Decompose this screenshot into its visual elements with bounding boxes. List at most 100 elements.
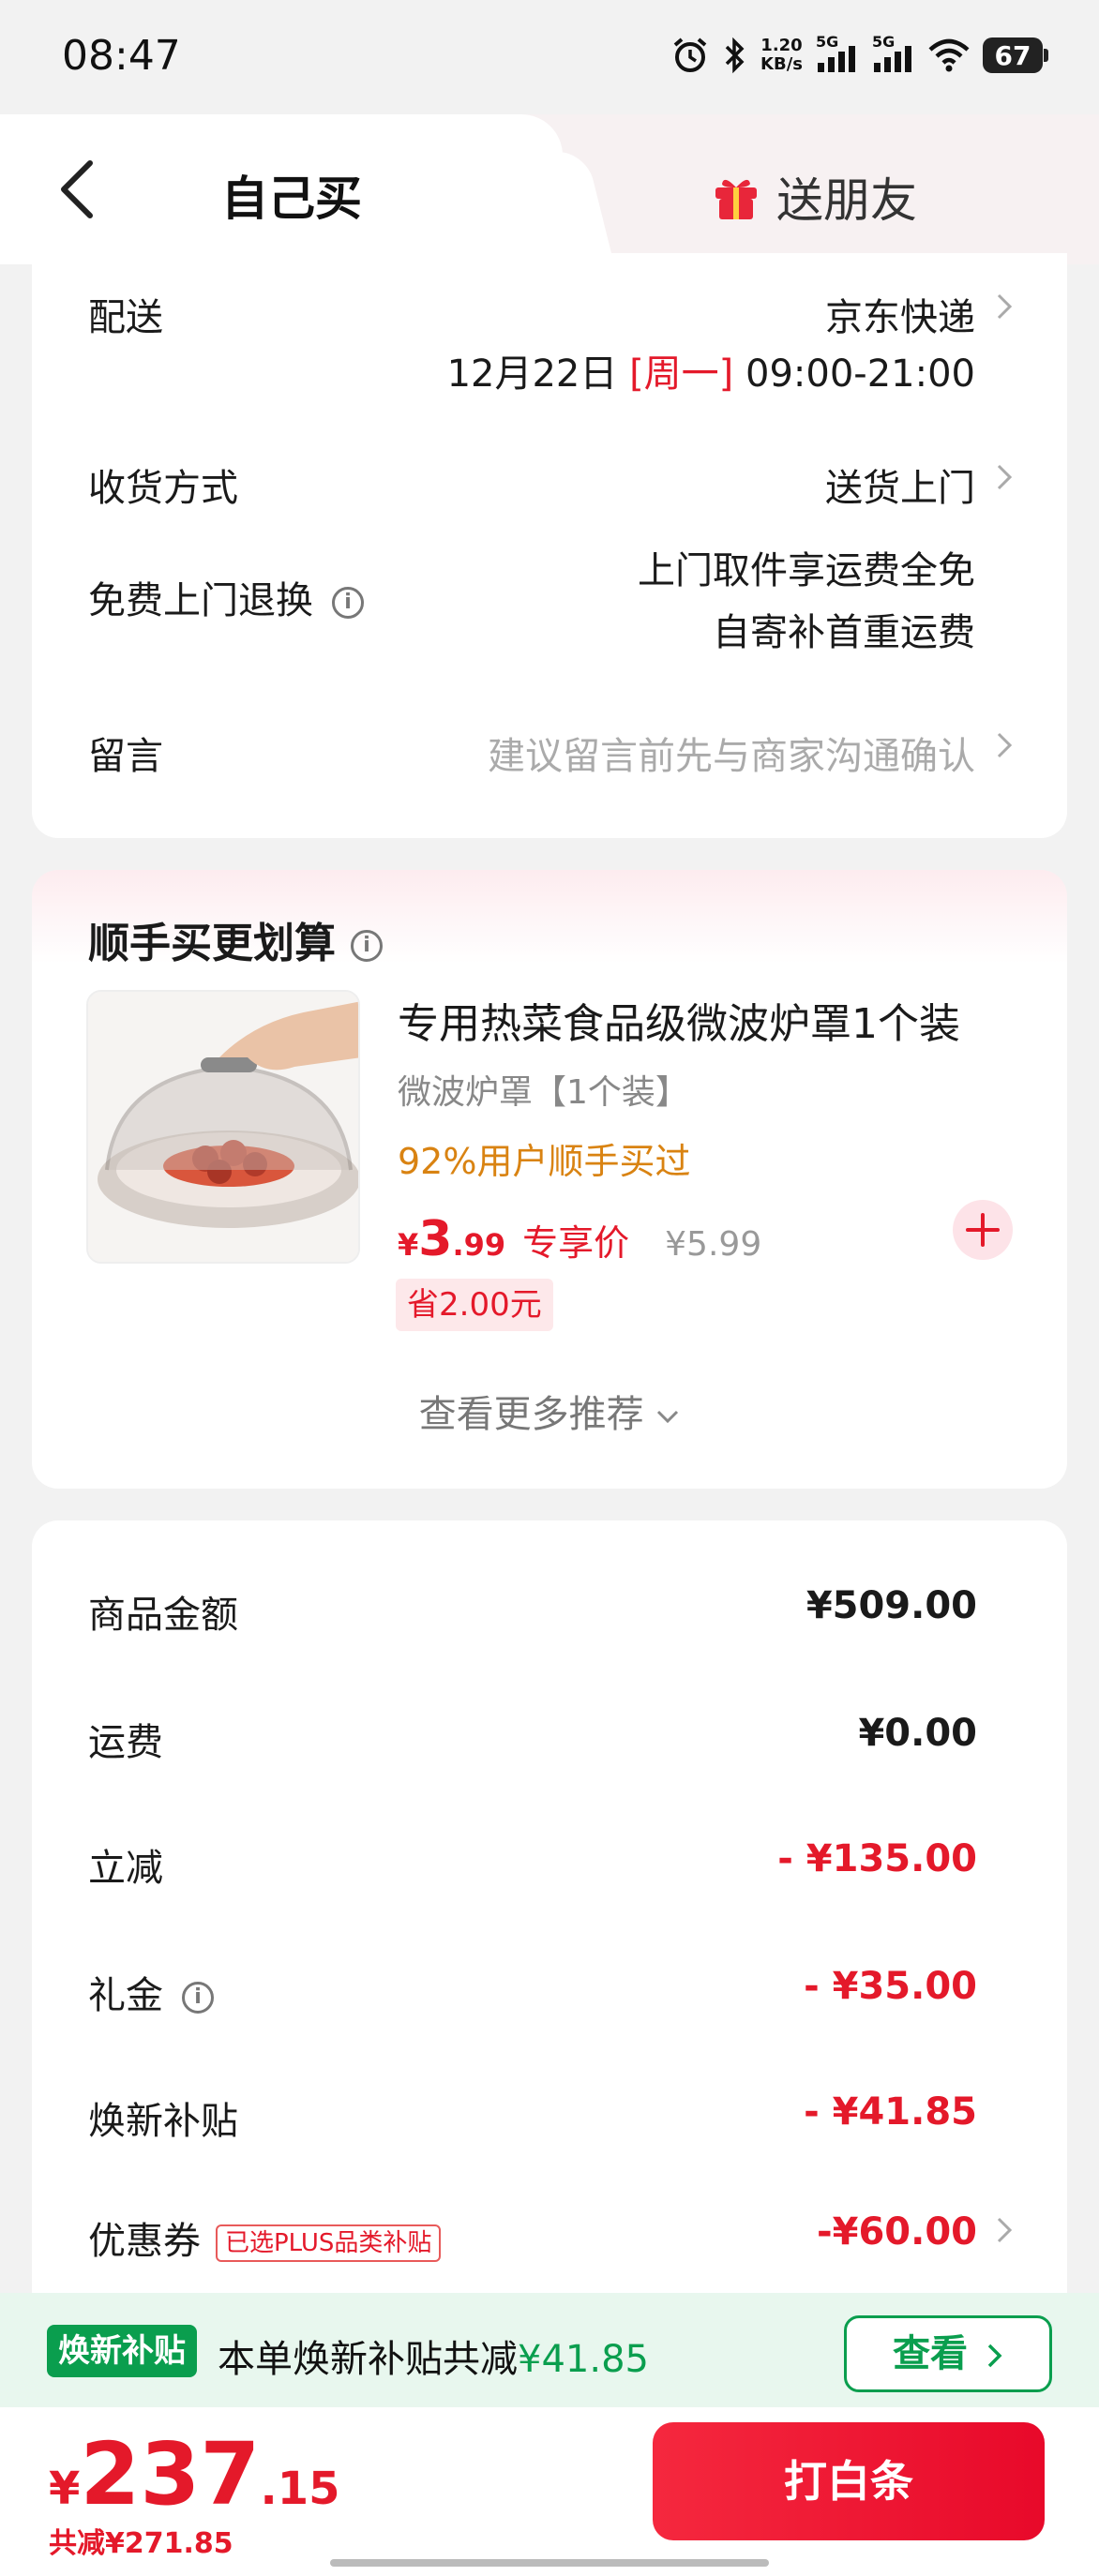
status-bar: 08:47 1.20 KB/s 5G 5G 67 [0, 0, 1099, 112]
status-time: 08:47 [62, 32, 181, 80]
summary-label-wrap: 礼金 i [88, 1965, 214, 2019]
net-speed-unit: KB/s [760, 54, 803, 74]
info-icon[interactable]: i [182, 1982, 214, 2014]
summary-value: - ¥41.85 [804, 2090, 977, 2134]
status-icons: 1.20 KB/s 5G 5G 67 [670, 32, 1048, 79]
view-subsidy-label: 查看 [893, 2332, 969, 2375]
add-on-recommend-card: 顺手买更划算 i 专用热菜食品级微波炉罩1个装 微波炉罩【1个装】 92%用户顺手… [32, 870, 1067, 1489]
receive-method-label: 收货方式 [88, 467, 238, 510]
price-yen: ¥ [398, 1227, 419, 1263]
subsidy-banner: 焕新补贴 本单焕新补贴共减¥41.85 查看 [0, 2293, 1099, 2407]
chevron-down-icon [657, 1410, 679, 1424]
microwave-cover-image [88, 992, 358, 1262]
message-input[interactable]: 建议留言前先与商家沟通确认 [488, 726, 975, 780]
subsidy-tag: 焕新补贴 [47, 2325, 197, 2377]
product-name[interactable]: 专用热菜食品级微波炉罩1个装 [398, 990, 960, 1050]
free-return-text: 免费上门退换 [88, 579, 313, 622]
product-popularity: 92%用户顺手买过 [398, 1141, 691, 1182]
signal-sim1: 5G [816, 33, 859, 74]
home-indicator[interactable] [330, 2559, 769, 2567]
delivery-weekday: [周一] [629, 352, 734, 396]
price-integer: 3 [418, 1211, 453, 1267]
total-yen: ¥ [49, 2463, 81, 2515]
chevron-right-icon[interactable] [996, 2216, 1013, 2244]
tab-buy-self[interactable]: 自己买 [221, 161, 362, 229]
summary-value: - ¥135.00 [777, 1837, 977, 1880]
alarm-icon [673, 37, 707, 72]
product-price: ¥3.99 专享价 ¥5.99 [398, 1211, 761, 1267]
back-chevron-icon[interactable] [56, 159, 98, 219]
chevron-right-icon[interactable] [996, 731, 1013, 759]
delivery-date: 12月22日 [446, 352, 618, 396]
price-decimal: .99 [452, 1227, 506, 1263]
free-return-line1: 上门取件享运费全免 [638, 549, 975, 592]
original-price: ¥5.99 [665, 1225, 762, 1264]
purchase-mode-tabs: 自己买 送朋友 [0, 114, 1099, 264]
delivery-time-range: 09:00-21:00 [745, 352, 975, 396]
summary-label: 立减 [88, 1847, 163, 1890]
delivery-time[interactable]: 12月22日 [周一] 09:00-21:00 [447, 343, 975, 397]
exclusive-price-tag: 专享价 [522, 1222, 630, 1264]
summary-label: 焕新补贴 [88, 2100, 238, 2143]
signal-sim2: 5G [872, 33, 915, 74]
summary-label: 礼金 [88, 1974, 163, 2017]
summary-label: 优惠券 [88, 2220, 201, 2263]
chevron-right-icon [987, 2344, 1002, 2368]
signal-icon [818, 46, 855, 72]
summary-row-coupon[interactable]: 优惠券 已选PLUS品类补贴 -¥60.00 [32, 2210, 1067, 2267]
total-integer: 237 [80, 2424, 261, 2524]
recommend-title: 顺手买更划算 i [88, 909, 383, 969]
total-saved[interactable]: 共减¥271.85 [49, 2520, 233, 2561]
free-return-line2: 自寄补首重运费 [713, 611, 975, 654]
price-summary-card: 商品金额 ¥509.00 运费 ¥0.00 立减 - ¥135.00 礼金 i -… [32, 1520, 1067, 2327]
battery-indicator: 67 [983, 37, 1048, 73]
add-to-order-button[interactable] [953, 1200, 1013, 1260]
delivery-label: 配送 [88, 296, 163, 339]
price-current: ¥3.99 [398, 1211, 505, 1267]
savings-badge: 省2.00元 [396, 1279, 553, 1331]
total-decimal: .15 [260, 2463, 340, 2515]
plus-icon [966, 1213, 1000, 1247]
summary-row-gift-cash: 礼金 i - ¥35.00 [32, 1965, 1067, 2021]
wifi-icon [928, 38, 970, 72]
subsidy-text-label: 本单焕新补贴共减 [218, 2338, 518, 2381]
summary-label: 运费 [88, 1721, 163, 1764]
chevron-right-icon[interactable] [996, 292, 1013, 321]
summary-row-goods: 商品金额 ¥509.00 [32, 1584, 1067, 1640]
summary-row-trade-in-subsidy: 焕新补贴 - ¥41.85 [32, 2090, 1067, 2147]
info-icon[interactable]: i [351, 930, 383, 962]
subsidy-text: 本单焕新补贴共减¥41.85 [218, 2329, 649, 2383]
delivery-card: 配送 京东快递 12月22日 [周一] 09:00-21:00 收货方式 送货上… [32, 253, 1067, 838]
tab-gift-friend-label: 送朋友 [776, 173, 917, 228]
info-icon[interactable]: i [332, 587, 364, 619]
summary-value: -¥60.00 [817, 2210, 977, 2254]
gift-icon [715, 179, 757, 219]
bluetooth-icon [725, 37, 745, 74]
product-image[interactable] [86, 990, 360, 1264]
view-more-recommend[interactable]: 查看更多推荐 [32, 1384, 1067, 1438]
checkout-bar: ¥237.15 共减¥271.85 打白条 [0, 2407, 1099, 2576]
view-more-label: 查看更多推荐 [418, 1393, 644, 1436]
summary-value: - ¥35.00 [804, 1965, 977, 2008]
summary-label-wrap: 优惠券 已选PLUS品类补贴 [88, 2210, 442, 2265]
summary-row-instant-discount: 立减 - ¥135.00 [32, 1837, 1067, 1894]
product-spec: 微波炉罩【1个装】 [398, 1073, 689, 1112]
view-subsidy-button[interactable]: 查看 [844, 2315, 1052, 2392]
net-speed: 1.20 KB/s [760, 37, 803, 74]
subsidy-amount: ¥41.85 [518, 2338, 649, 2381]
delivery-carrier[interactable]: 京东快递 [825, 287, 975, 341]
plus-subsidy-badge: 已选PLUS品类补贴 [216, 2224, 442, 2262]
summary-row-shipping: 运费 ¥0.00 [32, 1712, 1067, 1768]
summary-label: 商品金额 [88, 1594, 238, 1637]
net-speed-value: 1.20 [760, 36, 803, 55]
total-price: ¥237.15 [49, 2428, 339, 2522]
free-return-label: 免费上门退换 i [88, 570, 364, 624]
summary-value: ¥0.00 [858, 1712, 977, 1755]
tab-gift-friend[interactable]: 送朋友 [713, 163, 917, 231]
signal-icon [874, 46, 911, 72]
pay-baitiao-button[interactable]: 打白条 [653, 2422, 1045, 2540]
message-label: 留言 [88, 735, 163, 778]
receive-method-value[interactable]: 送货上门 [825, 457, 975, 512]
recommend-title-text: 顺手买更划算 [88, 920, 336, 967]
chevron-right-icon[interactable] [996, 463, 1013, 491]
